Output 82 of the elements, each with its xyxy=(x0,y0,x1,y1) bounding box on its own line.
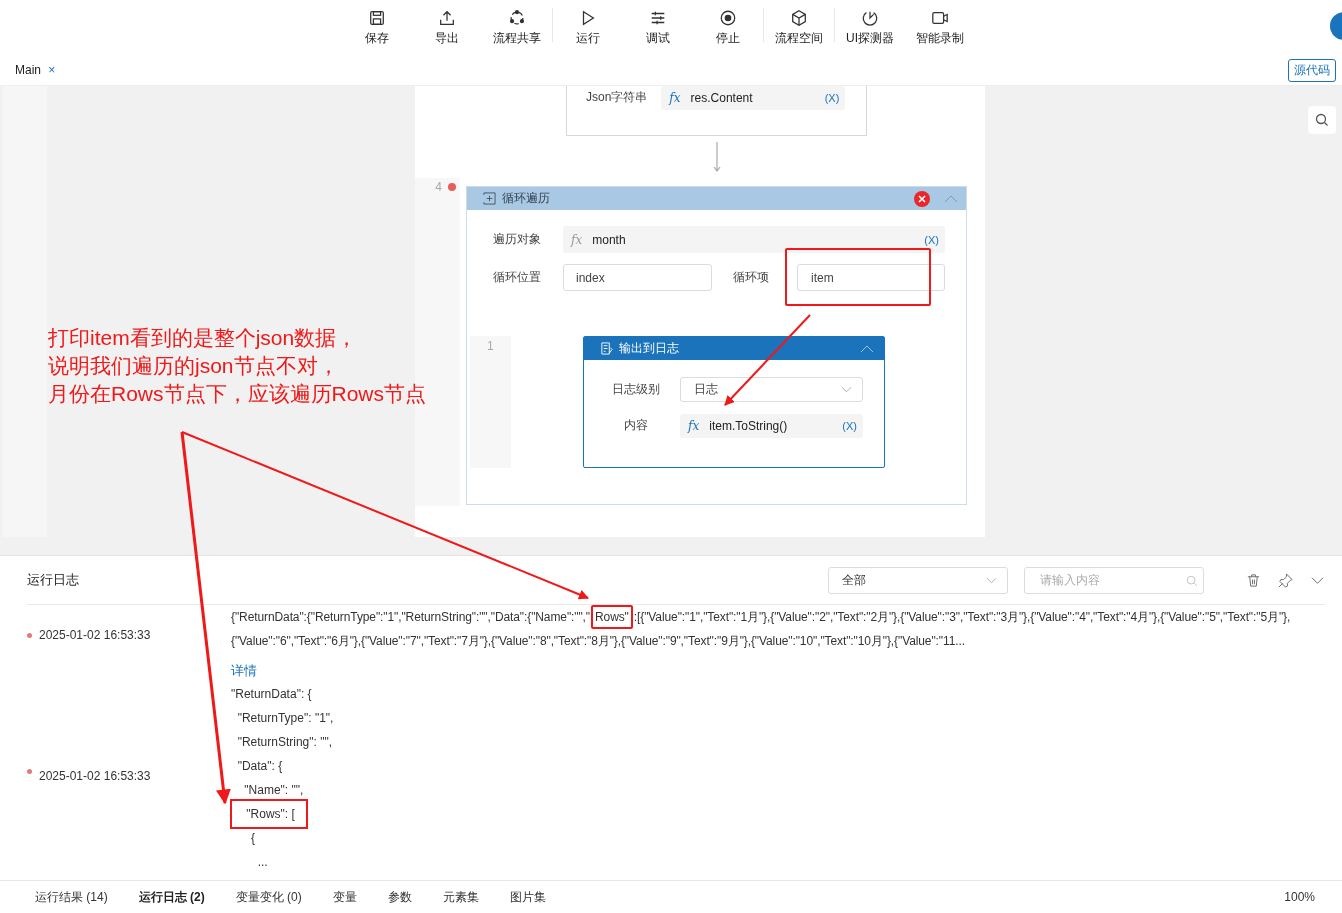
annotation-text: 打印item看到的是整个json数据， xyxy=(48,325,358,351)
debug-icon xyxy=(649,9,667,27)
close-icon[interactable] xyxy=(914,190,930,207)
json-line: ... xyxy=(256,854,268,871)
search-button[interactable] xyxy=(1308,106,1336,134)
input-field[interactable]: item xyxy=(797,264,945,291)
export-icon xyxy=(438,9,456,27)
toolbar-button[interactable]: 导出 xyxy=(412,0,482,50)
collapse-icon[interactable] xyxy=(860,344,874,353)
log-icon xyxy=(600,342,613,355)
search-field[interactable]: 请输入内容 xyxy=(1024,566,1204,594)
toolbar-button[interactable]: 流程共享 xyxy=(482,0,552,50)
expression-field[interactable]: fx res.Content (X) xyxy=(661,86,846,110)
json-line: { xyxy=(250,830,255,847)
toolbar-button[interactable]: 停止 xyxy=(693,0,763,50)
panel-tab[interactable]: 变量变化 (0) xyxy=(226,888,311,906)
line-number: 1 xyxy=(487,339,494,353)
panel-tab[interactable]: 变量 xyxy=(323,888,366,906)
stop-icon xyxy=(719,9,737,27)
share-icon xyxy=(508,9,526,27)
input-field[interactable]: index xyxy=(563,264,712,291)
toolbar-button[interactable]: UI探测器 xyxy=(835,0,905,50)
expression-field[interactable]: fx item.ToString() (X) xyxy=(680,413,863,438)
breakpoint-dot[interactable] xyxy=(448,183,456,191)
filter-select[interactable]: 全部 xyxy=(828,566,1008,594)
status-dot xyxy=(27,632,32,638)
loop-icon xyxy=(483,192,496,205)
toolbar-button[interactable]: 运行 xyxy=(553,0,623,50)
line-number: 4 xyxy=(435,180,442,194)
json-line: "ReturnType": "1", xyxy=(236,710,334,727)
json-line: "Data": { xyxy=(236,758,283,775)
panel-tab[interactable]: 参数 xyxy=(378,888,421,906)
json-line: "Name": "", xyxy=(243,782,304,799)
log-level-select[interactable]: 日志 xyxy=(680,377,863,402)
field-label: Json字符串 xyxy=(586,89,648,106)
loop-card[interactable]: 循环遍历 遍历对象 fx month (X) 循环位置 index 循环项 item 1 输出到日志 日志级别 日志 内容 fx item.ToString() (X) xyxy=(466,186,967,505)
panel-title: 运行日志 xyxy=(27,571,79,589)
field-label: 遍历对象 xyxy=(493,231,542,248)
field-label: 内容 xyxy=(623,417,649,434)
pin-icon[interactable] xyxy=(1278,572,1293,588)
source-code-button[interactable]: 源代码 xyxy=(1288,58,1336,82)
log-node-card[interactable]: 输出到日志 日志级别 日志 内容 fx item.ToString() (X) xyxy=(583,336,885,468)
log-timestamp: 2025-01-02 16:53:33 xyxy=(39,628,151,642)
panel-tab[interactable]: 图片集 xyxy=(500,888,555,906)
detector-icon xyxy=(861,9,879,27)
annotation-text: 月份在Rows节点下，应该遍历Rows节点 xyxy=(48,381,427,407)
panel-tab[interactable]: 运行日志 (2) xyxy=(129,888,214,906)
log-text: {"ReturnData":{"ReturnType":"1","ReturnString":"","Data":{"Name":""," xyxy=(231,610,590,624)
log-text: :[{"Value":"1","Text":"1月"},{"Value":"2","Text":"2月"},{"Value":"3","Text":"3月"},{"Value":"4","Text":"4月"},{"Value":"5","Text":"5月"}, xyxy=(633,610,1291,624)
toolbar-button[interactable]: 调试 xyxy=(623,0,693,50)
chevron-down-icon xyxy=(841,386,852,393)
search-icon xyxy=(1186,574,1198,587)
highlighted-log-text: Rows" xyxy=(591,605,633,629)
file-tab[interactable]: Main × xyxy=(15,63,56,77)
search-icon xyxy=(1315,113,1329,127)
toolbar-button[interactable]: 保存 xyxy=(342,0,412,50)
toolbar-button[interactable]: 智能录制 xyxy=(905,0,975,50)
field-label: 循环位置 xyxy=(493,269,542,286)
record-icon xyxy=(931,9,949,27)
json-line: "ReturnString": "", xyxy=(236,734,333,751)
panel-tab[interactable]: 运行结果 (14) xyxy=(26,888,117,906)
annotation-text: 说明我们遍历的json节点不对， xyxy=(48,353,339,379)
log-text: {"Value":"6","Text":"6月"},{"Value":"7","Text":"7月"},{"Value":"8","Text":"8月"},{"Value":"9","Text":"9月"},{"Value":"10","Text":"10月"},{"Value":"11... xyxy=(231,634,965,648)
toolbar-button[interactable]: 流程空间 xyxy=(764,0,834,50)
log-timestamp: 2025-01-02 16:53:33 xyxy=(39,769,151,783)
details-link[interactable]: 详情 xyxy=(231,657,257,682)
save-icon xyxy=(368,9,386,27)
card-title: 循环遍历 xyxy=(502,190,550,207)
card-title: 输出到日志 xyxy=(619,340,679,357)
connector-arrow xyxy=(712,142,722,174)
highlighted-json-line: "Rows": [ xyxy=(233,802,305,826)
status-dot xyxy=(27,769,32,774)
node-card[interactable]: Json字符串 fx res.Content (X) xyxy=(566,86,867,136)
expression-field[interactable]: fx month (X) xyxy=(563,226,945,253)
field-label: 循环项 xyxy=(733,269,770,286)
trash-icon[interactable] xyxy=(1246,572,1261,588)
chevron-down-icon xyxy=(986,576,997,584)
zoom-level: 100% xyxy=(1284,890,1315,904)
field-label: 日志级别 xyxy=(611,381,661,398)
space-icon xyxy=(790,9,808,27)
json-line: "ReturnData": { xyxy=(231,686,312,703)
panel-tab[interactable]: 元素集 xyxy=(433,888,488,906)
